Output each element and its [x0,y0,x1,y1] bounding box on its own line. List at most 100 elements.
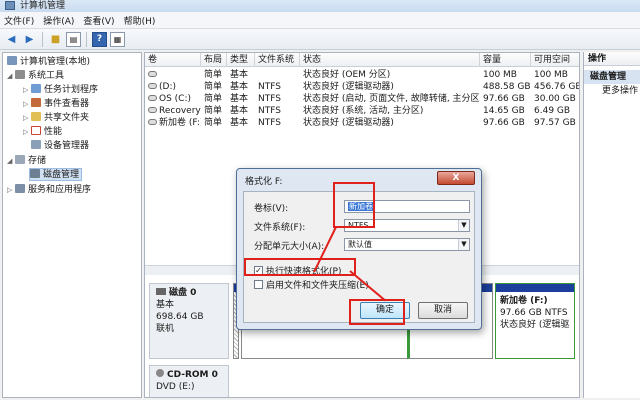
menu-view[interactable]: 查看(V) [83,14,114,27]
quick-format-checkbox[interactable]: ✓ 执行快速格式化(P) [254,264,341,277]
volume-cell [145,69,201,81]
collapse-icon[interactable]: ◢ [7,70,15,83]
show-hide-tree-icon[interactable]: ▤ [66,31,81,47]
tree-device-manager[interactable]: 设备管理器 [31,140,89,153]
volume-cell: Recovery [145,105,201,117]
disk-management-icon [30,169,40,178]
column-header[interactable]: 文件系统 [255,53,300,67]
format-dialog: 格式化 F: X 卷标(V): 新加卷 文件系统(F): NTFS ▼ 分配单元大… [236,168,482,330]
volume-cell: (D:) [145,81,201,93]
volume-label-input[interactable]: 新加卷 [344,200,470,213]
actions-disk-management[interactable]: 磁盘管理 [584,70,640,84]
alloc-select[interactable]: 默认值 ▼ [344,238,470,251]
column-header[interactable]: 布局 [201,53,227,67]
navigation-tree: 计算机管理(本地) ◢ 系统工具 ▷ 任务计划程序 ▷ 事件查看器 ▷ 共享文件夹 ▷ 性… [2,52,142,398]
compression-checkbox[interactable]: 启用文件和文件夹压缩(E) [254,278,369,291]
partition-f-status: 状态良好 (逻辑驱 [500,320,570,330]
menu-file[interactable]: 文件(F) [4,14,34,27]
column-header[interactable]: 容量 [480,53,531,67]
capacity-cell: 97.66 GB [483,118,525,128]
menu-bar: 文件(F) 操作(A) 查看(V) 帮助(H) [0,12,640,29]
tree-disk-management[interactable]: 磁盘管理 [29,168,83,181]
shared-folder-icon [31,112,41,121]
table-row[interactable]: Recovery 简单 基本 NTFS 状态良好 (系统, 活动, 主分区) 1… [145,105,579,117]
tree-task-scheduler[interactable]: ▷ 任务计划程序 [23,84,98,97]
window-title: 计算机管理 [20,1,66,11]
column-header[interactable]: 状态 [300,53,480,67]
dialog-title: 格式化 F: [245,177,283,187]
expand-icon[interactable]: ▷ [7,184,15,197]
volume-cell: 新加卷 (F:) [145,117,201,129]
back-arrow-icon[interactable]: ◀ [4,32,19,47]
forward-arrow-icon[interactable]: ▶ [22,32,37,47]
properties-icon[interactable]: ▦ [110,31,125,47]
storage-icon [15,155,25,164]
disk-0-info[interactable]: 磁盘 0 基本 698.64 GB 联机 [149,283,229,359]
help-icon[interactable]: ? [92,31,107,47]
cdrom-0-type: DVD (E:) [156,382,195,392]
layout-cell: 简单 [204,70,223,80]
tree-shared-folders[interactable]: ▷ 共享文件夹 [23,112,89,125]
fs-select[interactable]: NTFS ▼ [344,219,470,232]
status-cell: 状态良好 (启动, 页面文件, 故障转储, 主分区) [303,94,480,104]
table-row[interactable]: (D:) 简单 基本 NTFS 状态良好 (逻辑驱动器) 488.58 GB 4… [145,81,579,93]
expand-icon[interactable]: ▷ [23,98,31,111]
actions-more[interactable]: 更多操作 [584,84,640,98]
capacity-cell: 97.66 GB [483,94,525,104]
partition-f[interactable]: 新加卷 (F:) 97.66 GB NTFS 状态良好 (逻辑驱 [495,283,575,359]
up-folder-icon[interactable]: ■ [48,32,63,47]
menu-action[interactable]: 操作(A) [43,14,74,27]
performance-icon [31,126,41,135]
cdrom-0-row: CD-ROM 0 DVD (E:) [145,365,579,397]
layout-cell: 简单 [204,106,223,116]
expand-icon[interactable]: ▷ [23,112,31,125]
table-row[interactable]: OS (C:) 简单 基本 NTFS 状态良好 (启动, 页面文件, 故障转储,… [145,93,579,105]
column-header[interactable]: 类型 [227,53,255,67]
partition-f-name: 新加卷 (F:) [500,296,548,306]
disk-0-size: 698.64 GB [156,312,204,322]
capacity-cell: 14.65 GB [483,106,525,116]
tree-root[interactable]: 计算机管理(本地) [7,56,90,69]
status-cell: 状态良好 (OEM 分区) [303,70,391,80]
toolbar-separator [86,31,87,47]
ok-button[interactable]: 确定 [360,302,410,319]
table-row[interactable]: 简单 基本 状态良好 (OEM 分区) 100 MB 100 MB [145,69,579,81]
actions-pane: 操作 磁盘管理 更多操作 [583,52,640,398]
column-header[interactable]: 可用空间 [531,53,579,67]
cdrom-0-info[interactable]: CD-ROM 0 DVD (E:) [149,365,229,397]
tree-performance[interactable]: ▷ 性能 [23,126,62,139]
free-cell: 6.49 GB [534,106,571,116]
fs-cell: NTFS [258,118,281,128]
status-cell: 状态良好 (系统, 活动, 主分区) [303,106,424,116]
tree-system-tools[interactable]: ◢ 系统工具 [7,70,64,83]
actions-header: 操作 [584,52,640,66]
status-cell: 状态良好 (逻辑驱动器) [303,118,394,128]
dialog-body: 卷标(V): 新加卷 文件系统(F): NTFS ▼ 分配单元大小(A): 默认值… [243,191,475,323]
tools-icon [15,70,25,79]
free-cell: 100 MB [534,70,568,80]
cancel-button[interactable]: 取消 [418,302,468,319]
disk-0-type: 基本 [156,300,175,310]
layout-cell: 简单 [204,82,223,92]
table-row[interactable]: 新加卷 (F:) 简单 基本 NTFS 状态良好 (逻辑驱动器) 97.66 G… [145,117,579,129]
expand-icon[interactable]: ▷ [23,126,31,139]
collapse-icon[interactable]: ◢ [7,155,15,168]
tree-services-apps[interactable]: ▷ 服务和应用程序 [7,184,91,197]
type-cell: 基本 [230,106,249,116]
disk-0-status: 联机 [156,324,175,334]
tree-event-viewer[interactable]: ▷ 事件查看器 [23,98,89,111]
fs-cell: NTFS [258,106,281,116]
menu-help[interactable]: 帮助(H) [124,14,156,27]
fs-cell: NTFS [258,82,281,92]
type-cell: 基本 [230,118,249,128]
tree-storage[interactable]: ◢ 存储 [7,155,46,168]
alloc-label: 分配单元大小(A): [254,242,325,252]
volume-label-label: 卷标(V): [254,204,289,214]
volume-icon [148,107,157,113]
type-cell: 基本 [230,82,249,92]
dialog-close-button[interactable]: X [437,171,475,185]
volume-icon [148,119,157,125]
column-header[interactable]: 卷 [145,53,201,67]
volume-cell: OS (C:) [145,93,201,105]
expand-icon[interactable]: ▷ [23,84,31,97]
